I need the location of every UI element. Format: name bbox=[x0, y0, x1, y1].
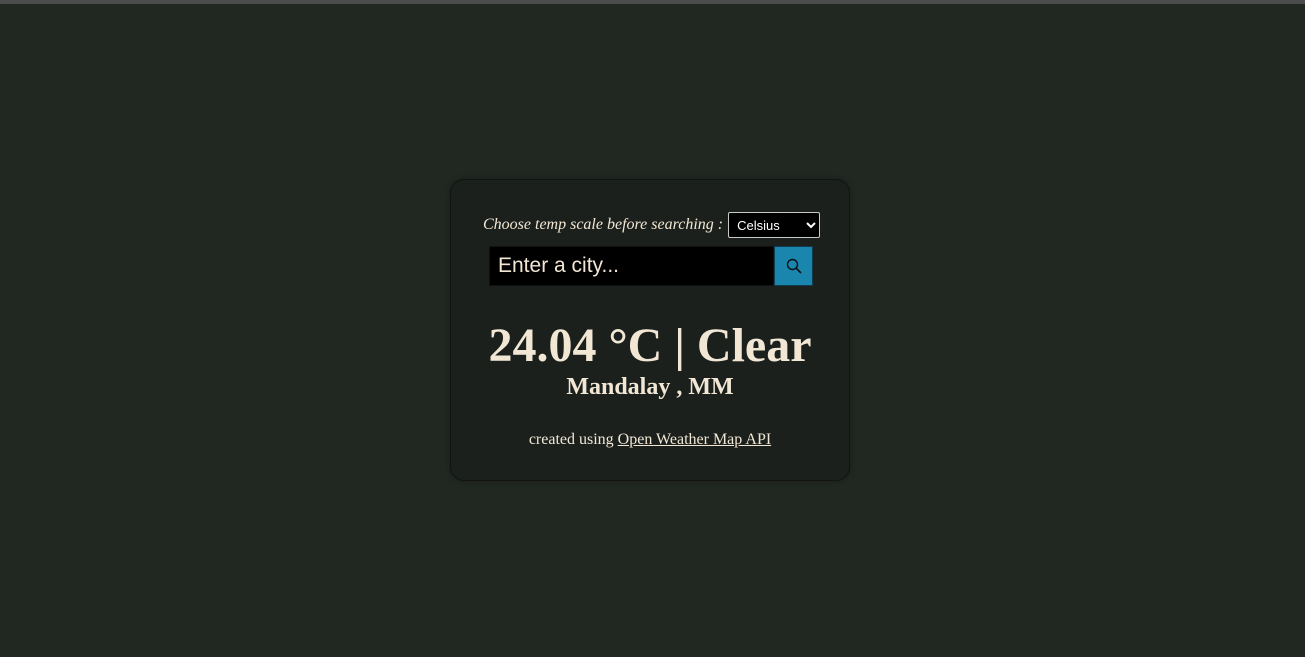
weather-card: Choose temp scale before searching : Cel… bbox=[450, 179, 850, 481]
weather-summary: 24.04 °C | Clear bbox=[488, 319, 812, 372]
search-button[interactable] bbox=[774, 246, 813, 286]
top-border bbox=[0, 0, 1305, 4]
search-row bbox=[489, 246, 813, 286]
temp-scale-select[interactable]: Celsius bbox=[728, 212, 821, 238]
location-label: Mandalay , MM bbox=[566, 374, 734, 400]
scale-label: Choose temp scale before searching : bbox=[483, 216, 724, 233]
credit-prefix: created using bbox=[528, 431, 618, 448]
scale-row: Choose temp scale before searching : Cel… bbox=[483, 212, 821, 238]
city-search-input[interactable] bbox=[489, 246, 774, 286]
api-link[interactable]: Open Weather Map API bbox=[618, 431, 772, 448]
search-icon bbox=[786, 258, 801, 274]
credit-line: created using Open Weather Map API bbox=[451, 430, 849, 450]
